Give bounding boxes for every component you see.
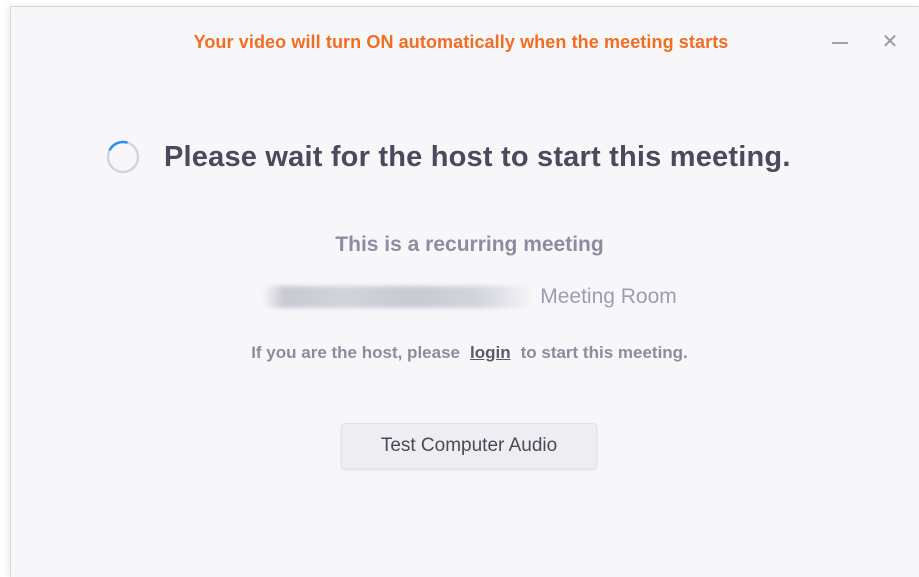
meeting-room-name: Meeting Room [11, 285, 919, 309]
close-icon: ✕ [881, 31, 899, 53]
host-login-hint: If you are the host, please login to start… [11, 343, 919, 363]
title-bar: Your video will turn ON automatically wh… [11, 7, 919, 67]
blurred-host-name [262, 286, 535, 309]
loading-spinner-icon [106, 140, 140, 174]
host-hint-suffix: to start this meeting. [520, 343, 688, 362]
page-title: Please wait for the host to start this m… [164, 140, 791, 173]
wait-heading-row: Please wait for the host to start this m… [106, 137, 791, 177]
test-computer-audio-button[interactable]: Test Computer Audio [341, 423, 597, 469]
waiting-room-window: Your video will turn ON automatically wh… [10, 6, 919, 577]
video-on-banner: Your video will turn ON automatically wh… [193, 32, 729, 52]
minimize-icon [832, 42, 848, 44]
meeting-room-suffix: Meeting Room [540, 285, 677, 308]
close-button[interactable]: ✕ [877, 29, 903, 55]
recurring-meeting-label: This is a recurring meeting [335, 233, 604, 256]
minimize-button[interactable] [827, 29, 853, 55]
host-hint-prefix: If you are the host, please [251, 343, 460, 362]
login-link[interactable]: login [470, 343, 511, 362]
